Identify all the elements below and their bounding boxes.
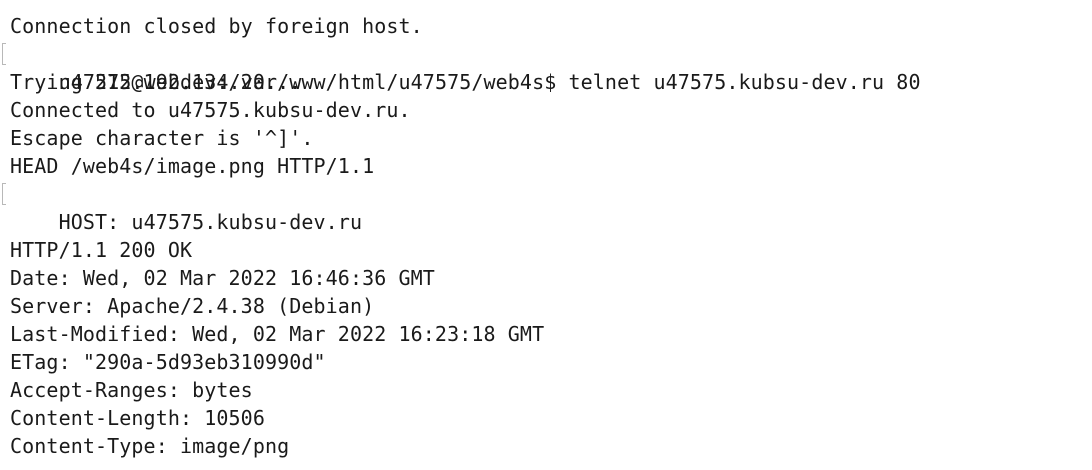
- terminal-output[interactable]: Connection closed by foreign host. u4757…: [0, 0, 1092, 470]
- terminal-line-escape-character: Escape character is '^]'.: [10, 126, 314, 150]
- terminal-line-head-request: HEAD /web4s/image.png HTTP/1.1: [10, 154, 375, 178]
- terminal-line-server-header: Server: Apache/2.4.38 (Debian): [10, 294, 375, 318]
- terminal-line-status: HTTP/1.1 200 OK: [10, 238, 193, 262]
- terminal-line-last-modified-header: Last-Modified: Wed, 02 Mar 2022 16:23:18…: [10, 322, 545, 346]
- terminal-line-etag-header: ETag: "290a-5d93eb310990d": [10, 350, 326, 374]
- terminal-line-connection-closed: Connection closed by foreign host.: [10, 14, 423, 38]
- command-marker: [2, 43, 6, 65]
- terminal-line-host-header: HOST: u47575.kubsu-dev.ru: [2, 180, 1092, 234]
- command-marker: [2, 183, 6, 205]
- terminal-line-date-header: Date: Wed, 02 Mar 2022 16:46:36 GMT: [10, 266, 435, 290]
- terminal-line-trying: Trying 212.192.134.20...: [10, 70, 302, 94]
- terminal-line-telnet-command: u47575@webdev:/var/www/html/u47575/web4s…: [2, 40, 1092, 94]
- terminal-line-content-length-header: Content-Length: 10506: [10, 406, 265, 430]
- terminal-line-connected: Connected to u47575.kubsu-dev.ru.: [10, 98, 411, 122]
- terminal-line-content-type-header: Content-Type: image/png: [10, 434, 290, 458]
- terminal-line-accept-ranges-header: Accept-Ranges: bytes: [10, 378, 253, 402]
